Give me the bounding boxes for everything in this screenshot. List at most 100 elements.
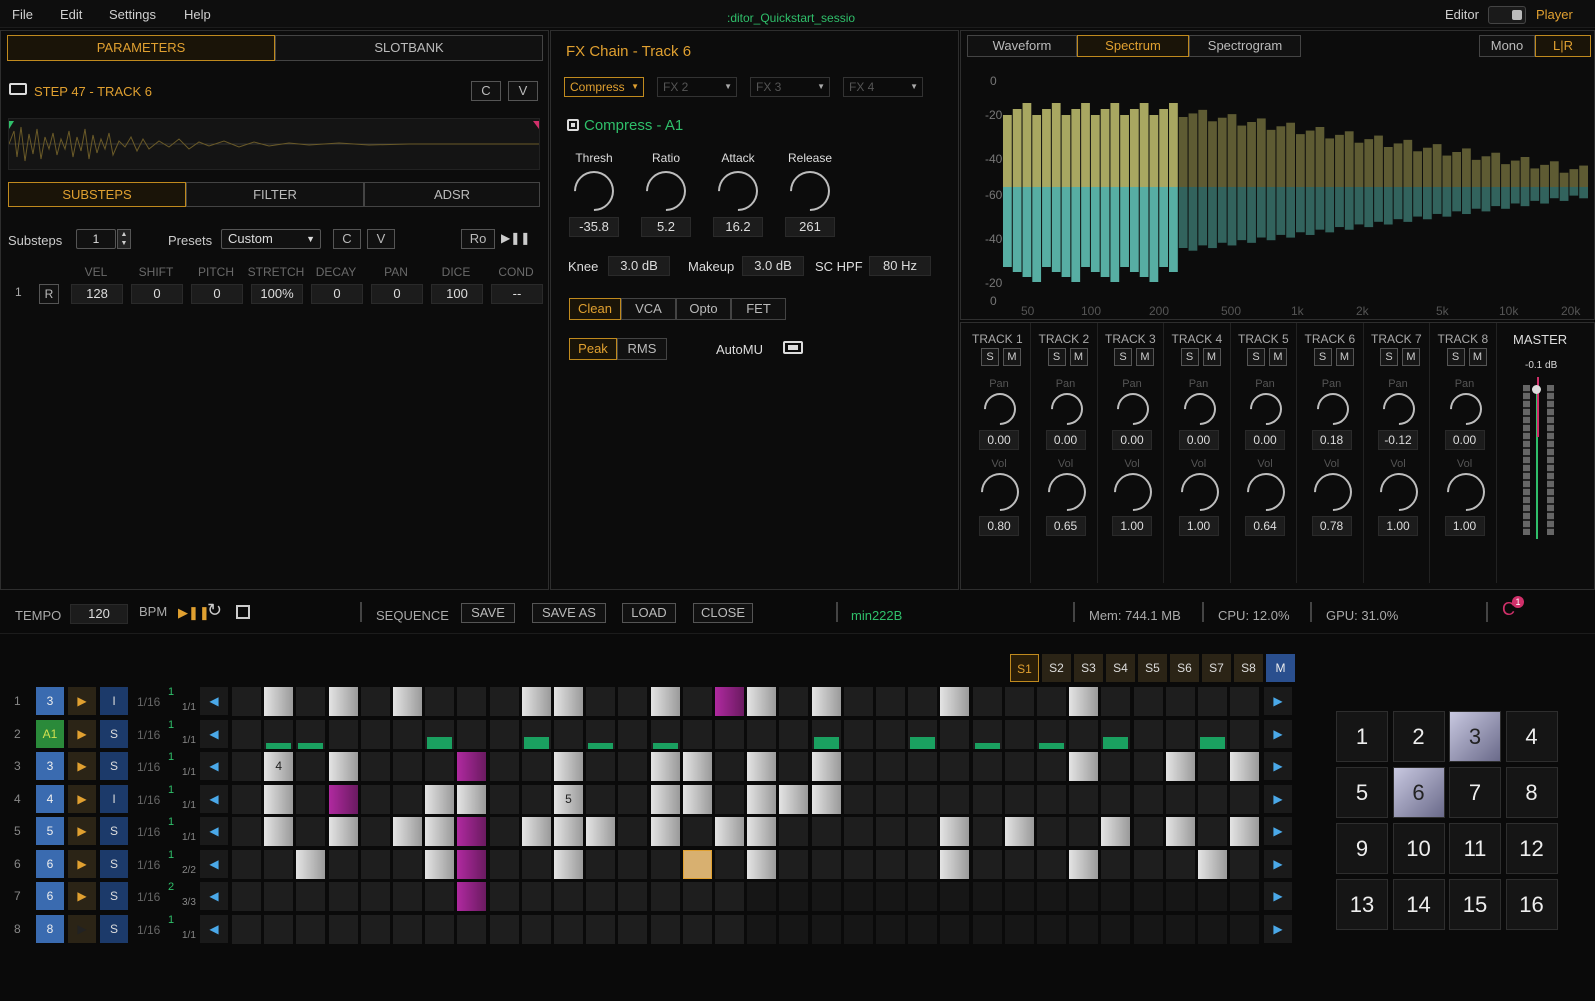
step-cell[interactable] <box>328 687 358 716</box>
step-cell[interactable] <box>876 849 905 879</box>
step-cell[interactable] <box>779 687 809 716</box>
step-cell[interactable] <box>296 719 326 749</box>
step-cell[interactable] <box>876 817 905 846</box>
step-cell[interactable] <box>360 784 390 814</box>
step-cell[interactable] <box>779 817 809 846</box>
step-cell[interactable] <box>779 914 809 944</box>
step-cell[interactable] <box>489 849 519 879</box>
step-cell[interactable] <box>811 849 841 879</box>
scene-button-s5[interactable]: S5 <box>1138 654 1167 682</box>
scene-button-s4[interactable]: S4 <box>1106 654 1135 682</box>
step-cell[interactable] <box>682 882 712 911</box>
mute-button[interactable]: M <box>1468 348 1487 366</box>
step-cell[interactable] <box>1165 817 1195 846</box>
step-cell[interactable] <box>715 752 744 781</box>
step-cell[interactable] <box>843 914 873 944</box>
step-cell[interactable] <box>232 817 261 846</box>
step-cell[interactable] <box>586 817 616 846</box>
shift-right-icon[interactable]: ▶ <box>1264 752 1292 780</box>
pad-10[interactable]: 10 <box>1392 823 1445 874</box>
master-fader-handle[interactable] <box>1532 385 1541 394</box>
step-cell[interactable] <box>1037 784 1066 814</box>
step-cell[interactable] <box>521 817 551 846</box>
play-icon[interactable]: ▶ <box>68 719 96 748</box>
step-cell[interactable] <box>1230 687 1260 716</box>
step-cell[interactable] <box>554 752 583 781</box>
pad-8[interactable]: 8 <box>1505 767 1558 818</box>
mode-button[interactable]: S <box>100 849 128 878</box>
scene-button-s6[interactable]: S6 <box>1170 654 1199 682</box>
pad-11[interactable]: 11 <box>1449 823 1501 874</box>
step-cell[interactable] <box>360 719 390 749</box>
solo-button[interactable]: S <box>1446 348 1465 366</box>
solo-button[interactable]: S <box>1380 348 1398 366</box>
step-cell[interactable] <box>843 687 873 716</box>
step-cell[interactable] <box>650 687 680 716</box>
step-cell[interactable] <box>779 752 809 781</box>
step-cell[interactable] <box>747 752 777 781</box>
menu-help[interactable]: Help <box>184 7 211 22</box>
vol-value[interactable]: 0.78 <box>1311 516 1352 536</box>
step-cell[interactable] <box>1004 817 1034 846</box>
step-cell[interactable] <box>586 752 616 781</box>
attack-control[interactable]: Attack 16.2 <box>703 151 783 271</box>
step-cell[interactable] <box>908 914 938 944</box>
step-cell[interactable] <box>618 687 648 716</box>
vol-value[interactable]: 1.00 <box>1444 516 1485 536</box>
step-cell[interactable] <box>876 914 905 944</box>
step-cell[interactable] <box>489 914 519 944</box>
step-cell[interactable] <box>457 817 487 846</box>
vol-knob[interactable] <box>1438 465 1493 519</box>
step-cell[interactable] <box>1198 752 1227 781</box>
step-cell[interactable] <box>264 687 294 716</box>
step-cell[interactable] <box>457 752 487 781</box>
step-cell[interactable] <box>1004 849 1034 879</box>
step-cell[interactable] <box>1230 849 1260 879</box>
pan-value[interactable]: 0.00 <box>1112 430 1152 450</box>
step-cell[interactable] <box>1101 849 1131 879</box>
vol-knob[interactable] <box>1305 465 1360 519</box>
step-cell[interactable] <box>393 817 422 846</box>
step-cell[interactable] <box>1101 687 1131 716</box>
scene-button-s1[interactable]: S1 <box>1010 654 1039 682</box>
step-cell[interactable] <box>972 752 1002 781</box>
step-cell[interactable] <box>489 817 519 846</box>
mute-button[interactable]: M <box>1202 348 1221 366</box>
step-cell[interactable] <box>425 719 455 749</box>
step-cell[interactable] <box>715 687 744 716</box>
step-cell[interactable] <box>715 817 744 846</box>
step-cell[interactable] <box>876 687 905 716</box>
step-cell[interactable] <box>586 687 616 716</box>
step-cell[interactable] <box>811 752 841 781</box>
shift-right-icon[interactable]: ▶ <box>1264 849 1292 878</box>
stretch-value[interactable]: 100% <box>251 284 303 304</box>
step-cell[interactable] <box>940 752 970 781</box>
step-cell[interactable] <box>779 719 809 749</box>
step-cell[interactable] <box>1101 817 1131 846</box>
track-id-button[interactable]: 4 <box>36 784 64 813</box>
solo-button[interactable]: S <box>1313 348 1332 366</box>
step-cell[interactable] <box>554 817 583 846</box>
step-cell[interactable] <box>1069 719 1099 749</box>
play-pause-icon[interactable]: ▶❚❚ <box>178 605 210 621</box>
step-cell[interactable] <box>586 719 616 749</box>
step-cell[interactable] <box>264 914 294 944</box>
step-cell[interactable] <box>972 849 1002 879</box>
play-pause-icon[interactable]: ▶❚❚ <box>501 231 530 245</box>
step-cell[interactable] <box>811 784 841 814</box>
step-cell[interactable] <box>360 914 390 944</box>
step-cell[interactable] <box>682 914 712 944</box>
plugin-enable-icon[interactable] <box>567 119 579 131</box>
step-cell[interactable] <box>521 687 551 716</box>
step-cell[interactable] <box>1037 849 1066 879</box>
step-cell[interactable] <box>1101 882 1131 911</box>
step-cell[interactable] <box>1037 719 1066 749</box>
step-cell[interactable] <box>843 752 873 781</box>
mode-button[interactable]: S <box>100 914 128 943</box>
mode-toggle[interactable] <box>1488 6 1526 24</box>
step-cell[interactable] <box>1133 882 1163 911</box>
vol-value[interactable]: 1.00 <box>1378 516 1418 536</box>
step-cell[interactable] <box>521 719 551 749</box>
step-cell[interactable] <box>908 752 938 781</box>
menu-file[interactable]: File <box>12 7 33 22</box>
